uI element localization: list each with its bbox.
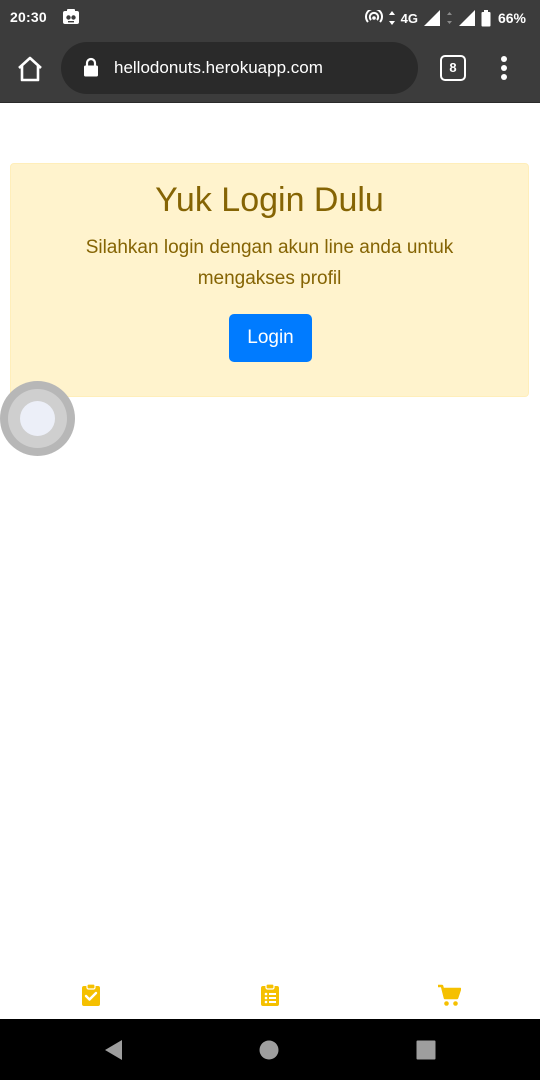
clipboard-check-icon[interactable] [79, 983, 103, 1007]
back-icon[interactable] [102, 1038, 126, 1062]
signal-icon [423, 10, 440, 26]
signal-icon [458, 10, 475, 26]
tab-switcher-button[interactable]: 8 [440, 55, 466, 81]
home-icon[interactable] [14, 53, 46, 85]
more-vert-icon[interactable] [492, 53, 516, 83]
bottom-nav [0, 970, 540, 1019]
notification-app-icon [63, 9, 79, 24]
system-nav-bar [0, 1019, 540, 1080]
battery-icon [481, 9, 491, 26]
data-arrows-icon [388, 11, 395, 25]
login-button[interactable]: Login [229, 314, 312, 362]
data-arrows-icon [446, 12, 452, 24]
home-circle-icon[interactable] [257, 1038, 281, 1062]
phone-screen: 20:30 4G 66% hellodonuts.herokuapp.com 8… [0, 0, 540, 1080]
status-indicators: 4G 66% [364, 8, 526, 28]
tab-count: 8 [440, 55, 466, 81]
touch-indicator [0, 381, 75, 456]
recents-icon[interactable] [414, 1038, 438, 1062]
network-type: 4G [400, 10, 418, 26]
status-bar: 20:30 4G 66% [0, 0, 540, 36]
address-bar[interactable]: hellodonuts.herokuapp.com [61, 42, 418, 94]
login-alert: Yuk Login Dulu Silahkan login dengan aku… [10, 163, 529, 397]
hotspot-icon [364, 10, 383, 23]
clipboard-list-icon[interactable] [258, 983, 282, 1007]
url-text: hellodonuts.herokuapp.com [114, 58, 323, 77]
battery-percent: 66% [497, 10, 526, 26]
shopping-cart-icon[interactable] [437, 983, 461, 1007]
status-time: 20:30 [10, 9, 47, 25]
lock-icon [84, 57, 98, 77]
browser-toolbar: hellodonuts.herokuapp.com 8 [0, 36, 540, 103]
alert-heading: Yuk Login Dulu [155, 181, 384, 219]
alert-message: Silahkan login dengan akun line anda unt… [85, 237, 454, 289]
